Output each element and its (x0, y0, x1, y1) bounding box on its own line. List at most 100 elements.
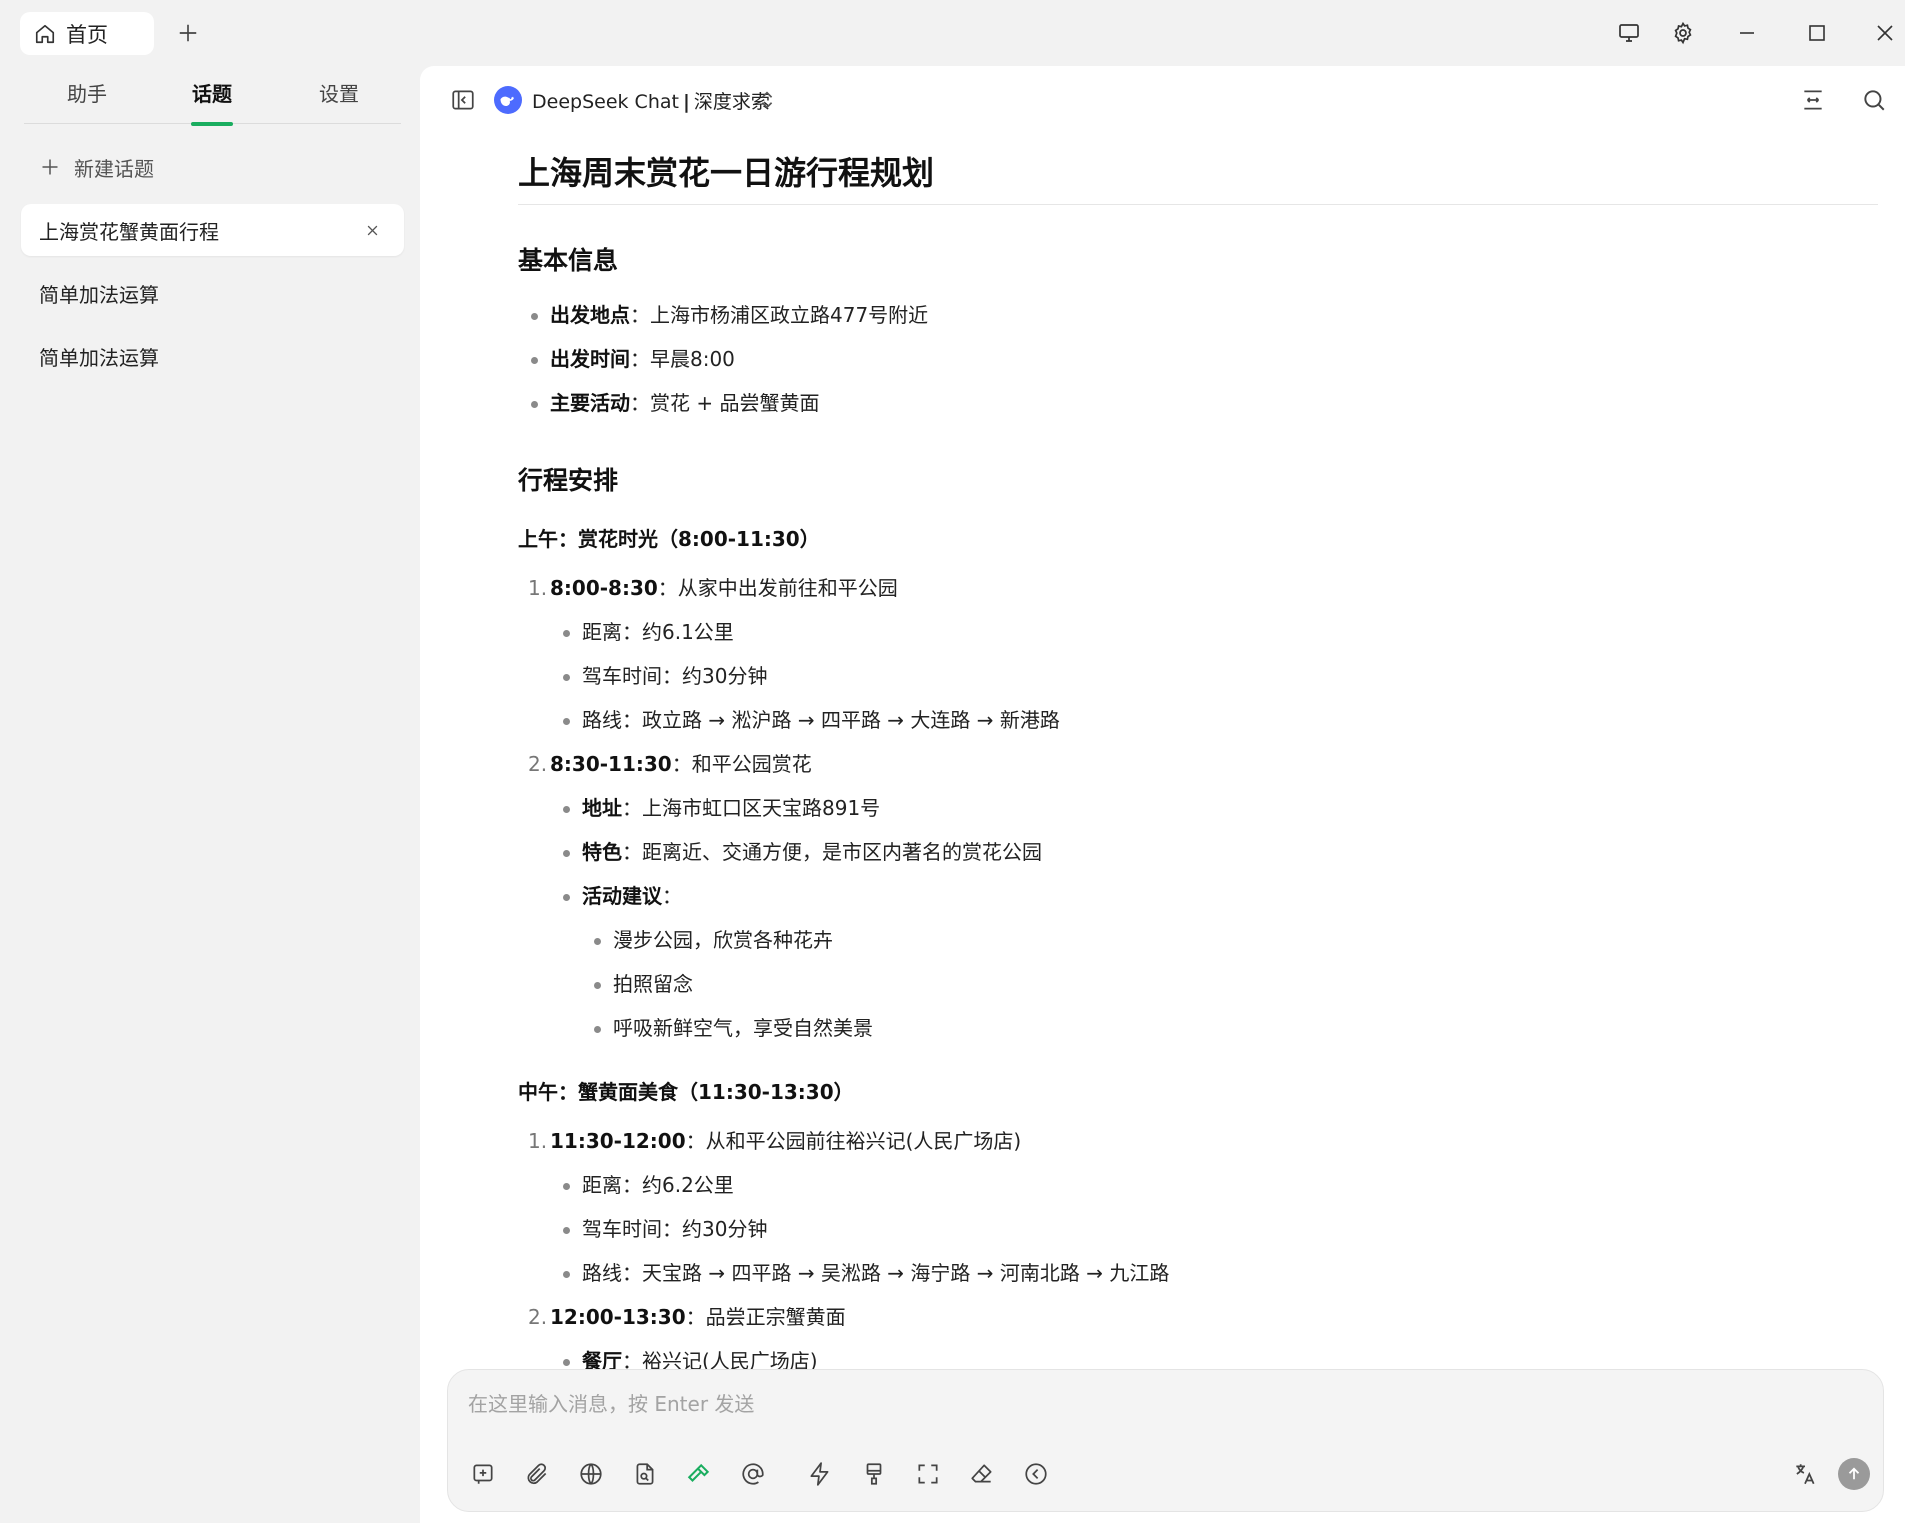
item-text: ：从和平公园前往裕兴记(人民广场店) (685, 1129, 1022, 1153)
list-number: 1. (528, 1129, 548, 1153)
clear-button[interactable] (965, 1457, 999, 1491)
item-label: 活动建议 (582, 884, 662, 908)
model-selector[interactable]: DeepSeek Chat | 深度求索 (532, 87, 770, 114)
section-heading: 基本信息 (518, 246, 619, 275)
new-topic-tool-button[interactable] (466, 1457, 500, 1491)
web-search-button[interactable] (574, 1457, 608, 1491)
item-label: 出发地点 (550, 303, 630, 327)
list-number: 2. (528, 1305, 548, 1329)
list-item: 距离：约6.2公里 (518, 1163, 1878, 1207)
item-label: 特色 (582, 840, 622, 864)
bullet (563, 1271, 570, 1278)
translate-layout-button[interactable] (1795, 82, 1831, 118)
item-text: 路线：天宝路 → 四平路 → 吴淞路 → 海宁路 → 河南北路 → 九江路 (582, 1261, 1170, 1285)
list-item: 路线：天宝路 → 四平路 → 吴淞路 → 海宁路 → 河南北路 → 九江路 (518, 1251, 1878, 1295)
list-item: 拍照留念 (518, 962, 1878, 1006)
settings-button[interactable] (1666, 16, 1700, 50)
bullet (563, 1227, 570, 1234)
chevron-left-circle-icon (1025, 1463, 1047, 1485)
list-item: 特色：距离近、交通方便，是市区内著名的赏花公园 (518, 830, 1878, 874)
collapse-button[interactable] (1019, 1457, 1053, 1491)
mention-button[interactable] (736, 1457, 770, 1491)
minimize-button[interactable] (1730, 16, 1764, 50)
item-text: ：赏花 + 品尝蟹黄面 (630, 391, 820, 415)
item-text: 驾车时间：约30分钟 (582, 664, 768, 688)
title-bar: 首页 (0, 0, 1905, 66)
paintbrush-icon (866, 1463, 882, 1485)
item-label: 出发时间 (550, 347, 630, 371)
attach-button[interactable] (520, 1457, 554, 1491)
chevron-updown-icon[interactable] (756, 88, 778, 112)
gear-icon (1674, 21, 1692, 45)
item-text: 距离：约6.2公里 (582, 1173, 734, 1197)
knowledge-base-button[interactable] (628, 1457, 662, 1491)
sidebar-tabs: 助手 话题 设置 (24, 66, 401, 126)
close-topic-button[interactable] (362, 220, 382, 240)
deepseek-logo-icon (494, 86, 522, 114)
minimize-icon (1740, 32, 1754, 34)
list-item: 2. 8:30-11:30：和平公园赏花 (518, 742, 1878, 786)
lightning-icon (810, 1462, 829, 1486)
display-button[interactable] (1612, 16, 1646, 50)
send-button[interactable] (1838, 1458, 1870, 1490)
list-item: 呼吸新鲜空气，享受自然美景 (518, 1006, 1878, 1050)
model-separator: | (682, 91, 690, 113)
close-icon (367, 225, 377, 235)
item-text: ： (662, 884, 682, 908)
item-text: ：上海市虹口区天宝路891号 (622, 796, 881, 820)
item-text: 路线：政立路 → 淞沪路 → 四平路 → 大连路 → 新港路 (582, 708, 1060, 732)
topic-item[interactable]: 简单加法运算 (21, 267, 404, 319)
fullscreen-button[interactable] (911, 1457, 945, 1491)
translate-button[interactable] (1788, 1457, 1822, 1491)
topic-title: 上海赏花蟹黄面行程 (39, 219, 219, 244)
list-item: 距离：约6.1公里 (518, 610, 1878, 654)
bullet (531, 357, 538, 364)
bullet (594, 1026, 601, 1033)
bullet (563, 630, 570, 637)
bullet (563, 850, 570, 857)
tools-button[interactable] (682, 1457, 716, 1491)
add-tab-button[interactable] (172, 17, 204, 49)
item-text: 距离：约6.1公里 (582, 620, 734, 644)
item-label: 8:30-11:30 (550, 752, 672, 776)
topic-item[interactable]: 简单加法运算 (21, 330, 404, 382)
list-item: 活动建议： (518, 874, 1878, 918)
tab-assistant[interactable]: 助手 (42, 78, 132, 124)
item-text: 驾车时间：约30分钟 (582, 1217, 768, 1241)
item-text: 呼吸新鲜空气，享受自然美景 (613, 1016, 873, 1040)
quick-phrase-button[interactable] (803, 1457, 837, 1491)
tab-topics[interactable]: 话题 (167, 78, 257, 126)
bullet (594, 982, 601, 989)
home-tab[interactable]: 首页 (20, 12, 154, 55)
message-input[interactable] (468, 1388, 1858, 1432)
bullet (563, 718, 570, 725)
new-topic-label: 新建话题 (74, 156, 154, 181)
at-icon (742, 1463, 764, 1485)
topic-item-active[interactable]: 上海赏花蟹黄面行程 (21, 204, 404, 256)
format-button[interactable] (857, 1457, 891, 1491)
translate-icon (1796, 1464, 1815, 1485)
item-text: ：早晨8:00 (630, 347, 735, 371)
message-composer (447, 1369, 1884, 1512)
tab-settings[interactable]: 设置 (294, 78, 384, 124)
list-item: 地址：上海市虹口区天宝路891号 (518, 786, 1878, 830)
item-text: ：从家中出发前往和平公园 (657, 576, 898, 600)
bullet (594, 938, 601, 945)
list-item: 漫步公园，欣赏各种花卉 (518, 918, 1878, 962)
new-topic-button[interactable]: 新建话题 (40, 150, 154, 184)
bullet (531, 401, 538, 408)
maximize-button[interactable] (1800, 16, 1834, 50)
chat-header: DeepSeek Chat | 深度求索 (420, 66, 1905, 134)
toggle-sidebar-button[interactable] (445, 82, 481, 118)
search-button[interactable] (1856, 82, 1892, 118)
plus-icon (42, 159, 58, 175)
maximize-icon (1809, 25, 1825, 41)
list-item: 出发地点：上海市杨浦区政立路477号附近 (518, 293, 1878, 337)
topic-title: 简单加法运算 (39, 282, 159, 307)
subsection-heading: 中午：蟹黄面美食（11:30-13:30） (518, 1080, 854, 1104)
item-text: 拍照留念 (613, 972, 693, 996)
item-label: 主要活动 (550, 391, 630, 415)
close-window-button[interactable] (1868, 16, 1902, 50)
eraser-icon (971, 1464, 992, 1483)
item-label: 12:00-13:30 (550, 1305, 686, 1329)
